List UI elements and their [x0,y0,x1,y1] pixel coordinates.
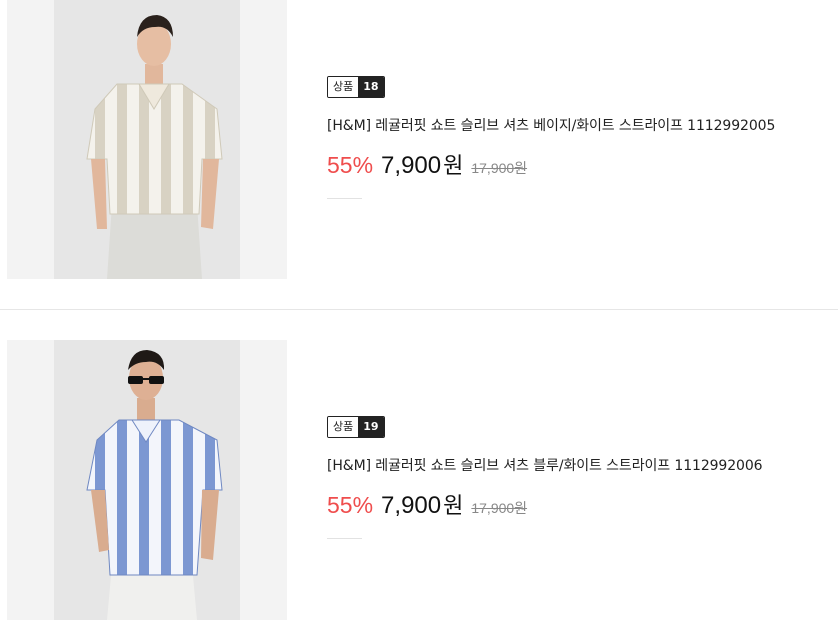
sale-price-value: 7,900 [381,152,442,179]
info-divider [327,198,362,199]
product-card[interactable]: 상품 18 [H&M] 레귤러핏 쇼트 슬리브 셔츠 베이지/화이트 스트라이프… [0,0,838,309]
sale-price: 7,900원 [381,148,463,180]
product-info: 상품 18 [H&M] 레귤러핏 쇼트 슬리브 셔츠 베이지/화이트 스트라이프… [327,75,775,199]
sale-price-value: 7,900 [381,492,442,519]
badge-number: 19 [358,417,384,437]
badge-label: 상품 [328,77,359,97]
discount-rate: 55% [327,492,374,518]
product-image[interactable] [7,0,287,279]
product-name[interactable]: [H&M] 레귤러핏 쇼트 슬리브 셔츠 블루/화이트 스트라이프 111299… [327,455,763,475]
price-row: 55% 7,900원 17,900원 [327,488,762,520]
product-badge: 상품 18 [327,76,385,98]
model-photo-icon [86,15,223,279]
product-badge: 상품 19 [327,416,385,438]
info-divider [327,538,362,539]
product-card[interactable]: 상품 19 [H&M] 레귤러핏 쇼트 슬리브 셔츠 블루/화이트 스트라이프 … [0,310,838,620]
discount-rate: 55% [327,152,374,178]
badge-number: 18 [358,77,384,97]
sale-price: 7,900원 [381,488,463,520]
badge-label: 상품 [328,417,359,437]
original-price: 17,900원 [471,160,528,176]
model-photo-icon [86,350,223,620]
product-info: 상품 19 [H&M] 레귤러핏 쇼트 슬리브 셔츠 블루/화이트 스트라이프 … [327,415,763,539]
product-image[interactable] [7,340,287,620]
original-price: 17,900원 [471,500,528,516]
currency-label: 원 [443,153,464,178]
price-row: 55% 7,900원 17,900원 [327,148,775,180]
currency-label: 원 [443,493,464,518]
product-name[interactable]: [H&M] 레귤러핏 쇼트 슬리브 셔츠 베이지/화이트 스트라이프 11129… [327,115,775,135]
